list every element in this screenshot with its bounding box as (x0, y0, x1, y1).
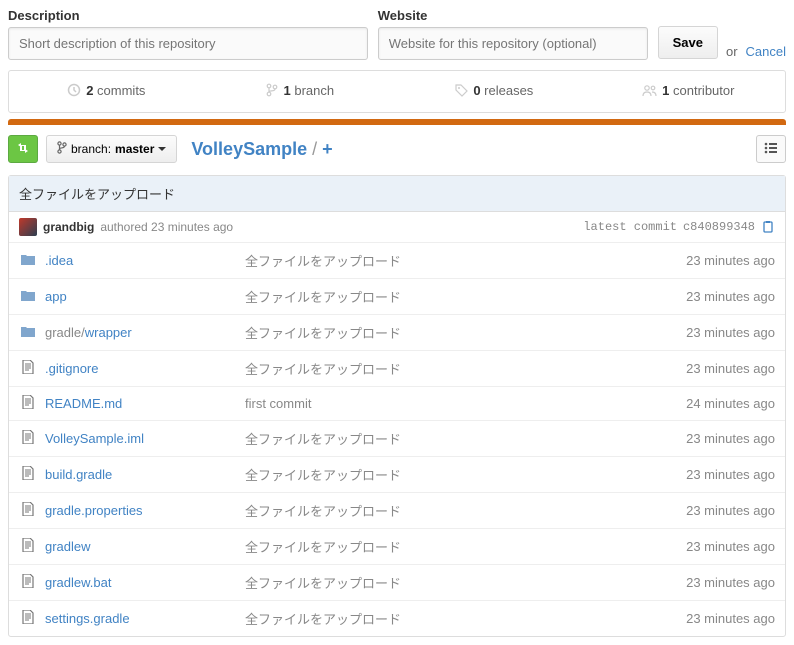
branch-icon (266, 83, 278, 100)
file-icon (19, 430, 37, 447)
file-link[interactable]: gradle/wrapper (45, 325, 245, 340)
commit-message-cell[interactable]: 全ファイルをアップロード (245, 501, 686, 520)
description-input[interactable] (8, 27, 368, 60)
stat-releases[interactable]: 0 releases (397, 83, 591, 100)
time-cell: 23 minutes ago (686, 325, 775, 340)
commit-message-cell[interactable]: 全ファイルをアップロード (245, 323, 686, 342)
settings-list-button[interactable] (756, 135, 786, 163)
time-cell: 24 minutes ago (686, 396, 775, 411)
table-row: build.gradle全ファイルをアップロード23 minutes ago (9, 457, 785, 493)
file-icon (19, 538, 37, 555)
commit-message-cell[interactable]: 全ファイルをアップロード (245, 573, 686, 592)
chevron-down-icon (158, 147, 166, 151)
table-row: app全ファイルをアップロード23 minutes ago (9, 279, 785, 315)
branch-icon (57, 141, 67, 157)
author-link[interactable]: grandbig (43, 220, 94, 234)
time-cell: 23 minutes ago (686, 467, 775, 482)
time-cell: 23 minutes ago (686, 503, 775, 518)
commit-message-cell[interactable]: 全ファイルをアップロード (245, 359, 686, 378)
time-cell: 23 minutes ago (686, 611, 775, 626)
file-link[interactable]: README.md (45, 396, 245, 411)
new-file-button[interactable]: + (322, 139, 333, 159)
table-row: .gitignore全ファイルをアップロード23 minutes ago (9, 351, 785, 387)
cancel-link[interactable]: Cancel (746, 44, 786, 59)
file-icon (19, 574, 37, 591)
commit-message-cell[interactable]: 全ファイルをアップロード (245, 609, 686, 628)
color-bar (8, 119, 786, 125)
file-link[interactable]: gradle.properties (45, 503, 245, 518)
website-label: Website (378, 8, 648, 23)
compare-button[interactable] (8, 135, 38, 163)
folder-icon (19, 325, 37, 341)
file-link[interactable]: app (45, 289, 245, 304)
commit-message-cell[interactable]: 全ファイルをアップロード (245, 465, 686, 484)
branch-name: master (115, 142, 154, 156)
commit-author-row: grandbig authored 23 minutes ago latest … (9, 212, 785, 243)
authored-text: authored 23 minutes ago (100, 220, 233, 234)
latest-commit-message: 全ファイルをアップロード (9, 176, 785, 212)
latest-commit-label: latest commit (583, 220, 677, 234)
file-link[interactable]: gradlew (45, 539, 245, 554)
table-row: settings.gradle全ファイルをアップロード23 minutes ag… (9, 601, 785, 636)
breadcrumb: VolleySample / + (191, 139, 332, 160)
or-text: or (726, 44, 738, 59)
commit-message-cell[interactable]: 全ファイルをアップロード (245, 429, 686, 448)
file-link[interactable]: .idea (45, 253, 245, 268)
file-link[interactable]: build.gradle (45, 467, 245, 482)
table-row: gradle/wrapper全ファイルをアップロード23 minutes ago (9, 315, 785, 351)
tag-icon (455, 84, 468, 100)
table-row: .idea全ファイルをアップロード23 minutes ago (9, 243, 785, 279)
file-link[interactable]: gradlew.bat (45, 575, 245, 590)
branch-label: branch: (71, 142, 111, 156)
stats-bar: 2 commits 1 branch 0 releases 1 contribu… (8, 70, 786, 113)
time-cell: 23 minutes ago (686, 361, 775, 376)
time-cell: 23 minutes ago (686, 289, 775, 304)
time-cell: 23 minutes ago (686, 575, 775, 590)
list-icon (764, 142, 778, 157)
time-cell: 23 minutes ago (686, 253, 775, 268)
stat-contributors[interactable]: 1 contributor (591, 83, 785, 100)
file-icon (19, 502, 37, 519)
people-icon (642, 84, 657, 100)
folder-icon (19, 253, 37, 269)
file-icon (19, 610, 37, 627)
file-link[interactable]: VolleySample.iml (45, 431, 245, 446)
history-icon (67, 83, 81, 100)
table-row: gradlew全ファイルをアップロード23 minutes ago (9, 529, 785, 565)
commit-message-cell[interactable]: 全ファイルをアップロード (245, 287, 686, 306)
time-cell: 23 minutes ago (686, 539, 775, 554)
stat-branches[interactable]: 1 branch (203, 83, 397, 100)
table-row: VolleySample.iml全ファイルをアップロード23 minutes a… (9, 421, 785, 457)
commit-hash[interactable]: c840899348 (683, 220, 755, 234)
clipboard-icon[interactable] (761, 220, 775, 234)
file-icon (19, 360, 37, 377)
file-link[interactable]: .gitignore (45, 361, 245, 376)
commit-message-cell[interactable]: 全ファイルをアップロード (245, 251, 686, 270)
stat-commits[interactable]: 2 commits (9, 83, 203, 100)
table-row: README.mdfirst commit24 minutes ago (9, 387, 785, 421)
file-icon (19, 395, 37, 412)
file-icon (19, 466, 37, 483)
folder-icon (19, 289, 37, 305)
website-input[interactable] (378, 27, 648, 60)
branch-selector[interactable]: branch: master (46, 135, 177, 163)
table-row: gradlew.bat全ファイルをアップロード23 minutes ago (9, 565, 785, 601)
file-list: 全ファイルをアップロード grandbig authored 23 minute… (8, 175, 786, 637)
commit-message-cell[interactable]: 全ファイルをアップロード (245, 537, 686, 556)
file-link[interactable]: settings.gradle (45, 611, 245, 626)
commit-message-cell[interactable]: first commit (245, 396, 686, 411)
time-cell: 23 minutes ago (686, 431, 775, 446)
save-button[interactable]: Save (658, 26, 718, 59)
compare-icon (16, 140, 30, 159)
avatar[interactable] (19, 218, 37, 236)
repo-link[interactable]: VolleySample (191, 139, 307, 159)
table-row: gradle.properties全ファイルをアップロード23 minutes … (9, 493, 785, 529)
description-label: Description (8, 8, 368, 23)
